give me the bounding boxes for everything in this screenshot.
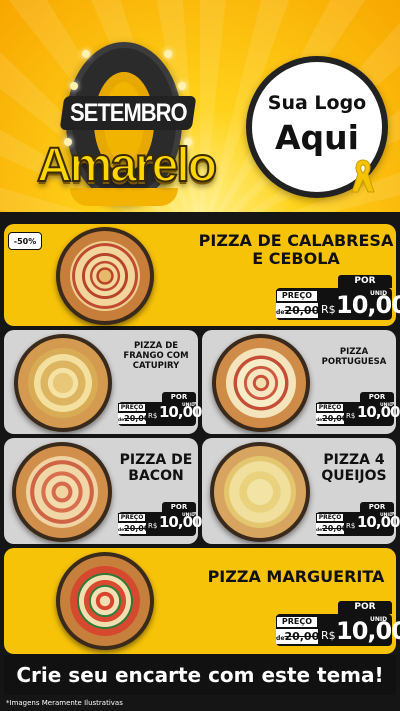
price-tag: POR PREÇO de20,00 R$ 10,00 UNID	[276, 275, 400, 320]
pizza-calabresa-image	[56, 227, 154, 325]
product-name: PIZZA 4 QUEIJOS	[321, 452, 387, 485]
image-disclaimer: *Imagens Meramente Ilustrativas	[6, 699, 123, 707]
product-name: PIZZA DE FRANGO COM CATUPIRY	[123, 341, 189, 371]
pizza-4-queijos-image	[210, 442, 310, 542]
logo-placeholder[interactable]: Sua Logo Aqui	[246, 56, 388, 198]
light-bulb	[164, 50, 172, 58]
header-banner: SETEMBRO Amarelo Sua Logo Aqui	[0, 0, 400, 212]
badge-word: Amarelo	[36, 138, 218, 193]
product-name: PIZZA DE BACON	[119, 452, 193, 485]
product-name: PIZZA MARGUERITA	[207, 567, 385, 586]
badge-top-text: SETEMBRO	[69, 98, 187, 127]
light-bulb	[70, 82, 78, 90]
light-bulb	[82, 50, 90, 58]
pizza-bacon-image	[12, 442, 112, 542]
light-bulb	[178, 82, 186, 90]
discount-badge: -50%	[8, 232, 42, 250]
logo-line-1: Sua Logo	[267, 92, 367, 114]
badge-top-ribbon: SETEMBRO	[59, 96, 197, 130]
pizza-marguerita-image	[56, 552, 154, 650]
price-tag: POR PREÇO de20,00 R$ 10,00 UNID	[276, 601, 400, 646]
pizza-portuguesa-image	[212, 334, 310, 432]
setembro-amarelo-badge: SETEMBRO Amarelo	[12, 42, 240, 207]
price-tag: POR PREÇO de20,00 R$ 10,00 UNID	[118, 392, 202, 426]
awareness-ribbon-icon	[351, 159, 375, 193]
product-name: PIZZA DE CALABRESA E CEBOLA	[198, 231, 394, 269]
price-tag: POR PREÇO de20,00 R$ 10,00 UNID	[316, 392, 400, 426]
pizza-frango-image	[14, 334, 112, 432]
product-name: PIZZA PORTUGUESA	[321, 347, 387, 367]
create-flyer-cta[interactable]: Crie seu encarte com este tema!	[4, 655, 396, 695]
logo-line-2: Aqui	[275, 118, 359, 157]
price-tag: POR PREÇO de20,00 R$ 10,00 UNID	[118, 502, 202, 536]
price-tag: POR PREÇO de20,00 R$ 10,00 UNID	[316, 502, 400, 536]
